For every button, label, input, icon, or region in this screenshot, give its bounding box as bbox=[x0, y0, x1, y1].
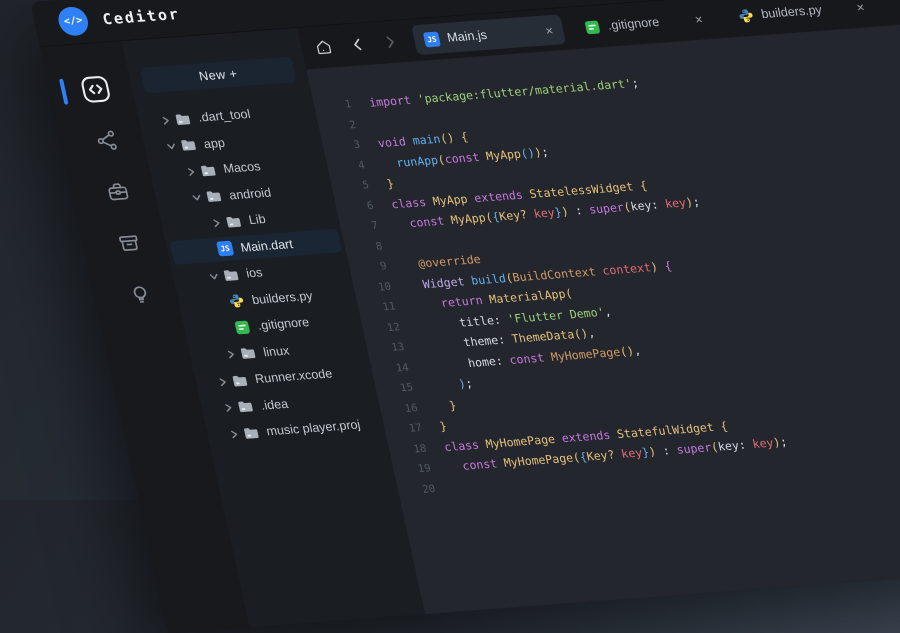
tree-item-label: linux bbox=[262, 343, 291, 359]
python-icon bbox=[737, 7, 755, 23]
gitignore-icon bbox=[233, 319, 251, 335]
tab-label: builders.py bbox=[760, 3, 823, 21]
folder-icon bbox=[242, 425, 260, 441]
app-title: Ceditor bbox=[101, 4, 182, 28]
tree-item-label: Macos bbox=[222, 160, 262, 177]
code-line-content: ); bbox=[430, 376, 474, 393]
code-line-content: } bbox=[438, 419, 448, 433]
briefcase-icon bbox=[106, 190, 134, 209]
tab--gitignore[interactable]: .gitignore × bbox=[572, 3, 716, 43]
folder-icon bbox=[179, 137, 197, 153]
tab-label: Main.js bbox=[446, 28, 488, 45]
rail-item-explorer[interactable] bbox=[77, 73, 113, 105]
archive-icon bbox=[117, 241, 145, 260]
gitignore-icon bbox=[583, 19, 601, 35]
code-line-content: } bbox=[434, 398, 458, 413]
folder-icon bbox=[205, 189, 223, 205]
folder-icon bbox=[236, 399, 254, 415]
line-number: 12 bbox=[362, 321, 401, 336]
js-file-icon: JS bbox=[216, 241, 234, 257]
line-number: 8 bbox=[344, 240, 383, 255]
close-tab-icon[interactable]: × bbox=[532, 23, 554, 37]
line-number: 6 bbox=[335, 200, 374, 215]
folder-icon bbox=[224, 214, 242, 230]
tree-item-label: app bbox=[202, 136, 226, 151]
close-tab-icon[interactable]: × bbox=[682, 12, 704, 26]
active-rail-indicator bbox=[59, 79, 69, 105]
branch-icon bbox=[95, 139, 123, 158]
tree-item-label: .idea bbox=[259, 397, 289, 413]
tab-builders-py[interactable]: builders.py × bbox=[725, 0, 877, 31]
line-number: 9 bbox=[348, 260, 387, 275]
code-line-content: @override bbox=[403, 252, 482, 272]
folder-icon bbox=[231, 373, 249, 389]
app-window: </> Ceditor New + .dart_toolapp Macos andr… bbox=[30, 0, 900, 633]
line-number: 3 bbox=[322, 139, 361, 154]
line-number: 7 bbox=[340, 220, 379, 235]
line-number: 16 bbox=[379, 402, 418, 417]
line-number: 14 bbox=[370, 361, 409, 376]
folder-icon bbox=[239, 345, 257, 361]
code-line-content: } bbox=[385, 177, 395, 191]
tree-item-label: music player.proj bbox=[265, 418, 362, 439]
rail-item-ideas[interactable] bbox=[126, 282, 155, 307]
new-file-button[interactable]: New + bbox=[140, 57, 297, 94]
line-number: 4 bbox=[326, 159, 365, 174]
nav-forward-button[interactable] bbox=[381, 34, 400, 51]
tree-item-label: Runner.xcode bbox=[254, 367, 334, 387]
line-number: 20 bbox=[397, 483, 436, 498]
close-tab-icon[interactable]: × bbox=[843, 0, 865, 14]
line-number: 13 bbox=[366, 341, 405, 356]
line-number: 5 bbox=[331, 179, 370, 194]
tree-item-label: android bbox=[228, 185, 273, 202]
line-number: 17 bbox=[384, 422, 423, 437]
folder-icon bbox=[222, 267, 240, 283]
folder-icon bbox=[174, 111, 192, 127]
tab-label: .gitignore bbox=[606, 15, 660, 33]
python-icon bbox=[228, 293, 246, 309]
js-file-icon: JS bbox=[423, 31, 441, 47]
rail-item-packages[interactable] bbox=[115, 231, 144, 256]
line-number: 18 bbox=[388, 442, 427, 457]
lightbulb-icon bbox=[128, 293, 156, 312]
tree-item-label: ios bbox=[245, 266, 264, 281]
line-number: 10 bbox=[353, 281, 392, 296]
home-button[interactable] bbox=[313, 38, 335, 57]
line-number: 11 bbox=[357, 301, 396, 316]
folder-icon bbox=[199, 162, 217, 178]
tab-main-js[interactable]: JS Main.js × bbox=[411, 14, 566, 55]
code-icon bbox=[81, 90, 115, 109]
tree-item-label: builders.py bbox=[251, 288, 314, 306]
rail-item-source-control[interactable] bbox=[92, 128, 121, 153]
line-number: 2 bbox=[318, 119, 357, 134]
nav-back-button[interactable] bbox=[348, 36, 367, 53]
line-number: 15 bbox=[375, 382, 414, 397]
rail-item-projects[interactable] bbox=[103, 179, 132, 204]
line-number: 19 bbox=[393, 463, 432, 478]
tree-item-label: Lib bbox=[247, 212, 267, 227]
tree-item-label: .dart_tool bbox=[197, 107, 252, 125]
line-number: 1 bbox=[313, 99, 352, 114]
tree-item-label: .gitignore bbox=[256, 315, 310, 333]
app-logo-icon: </> bbox=[56, 6, 91, 37]
